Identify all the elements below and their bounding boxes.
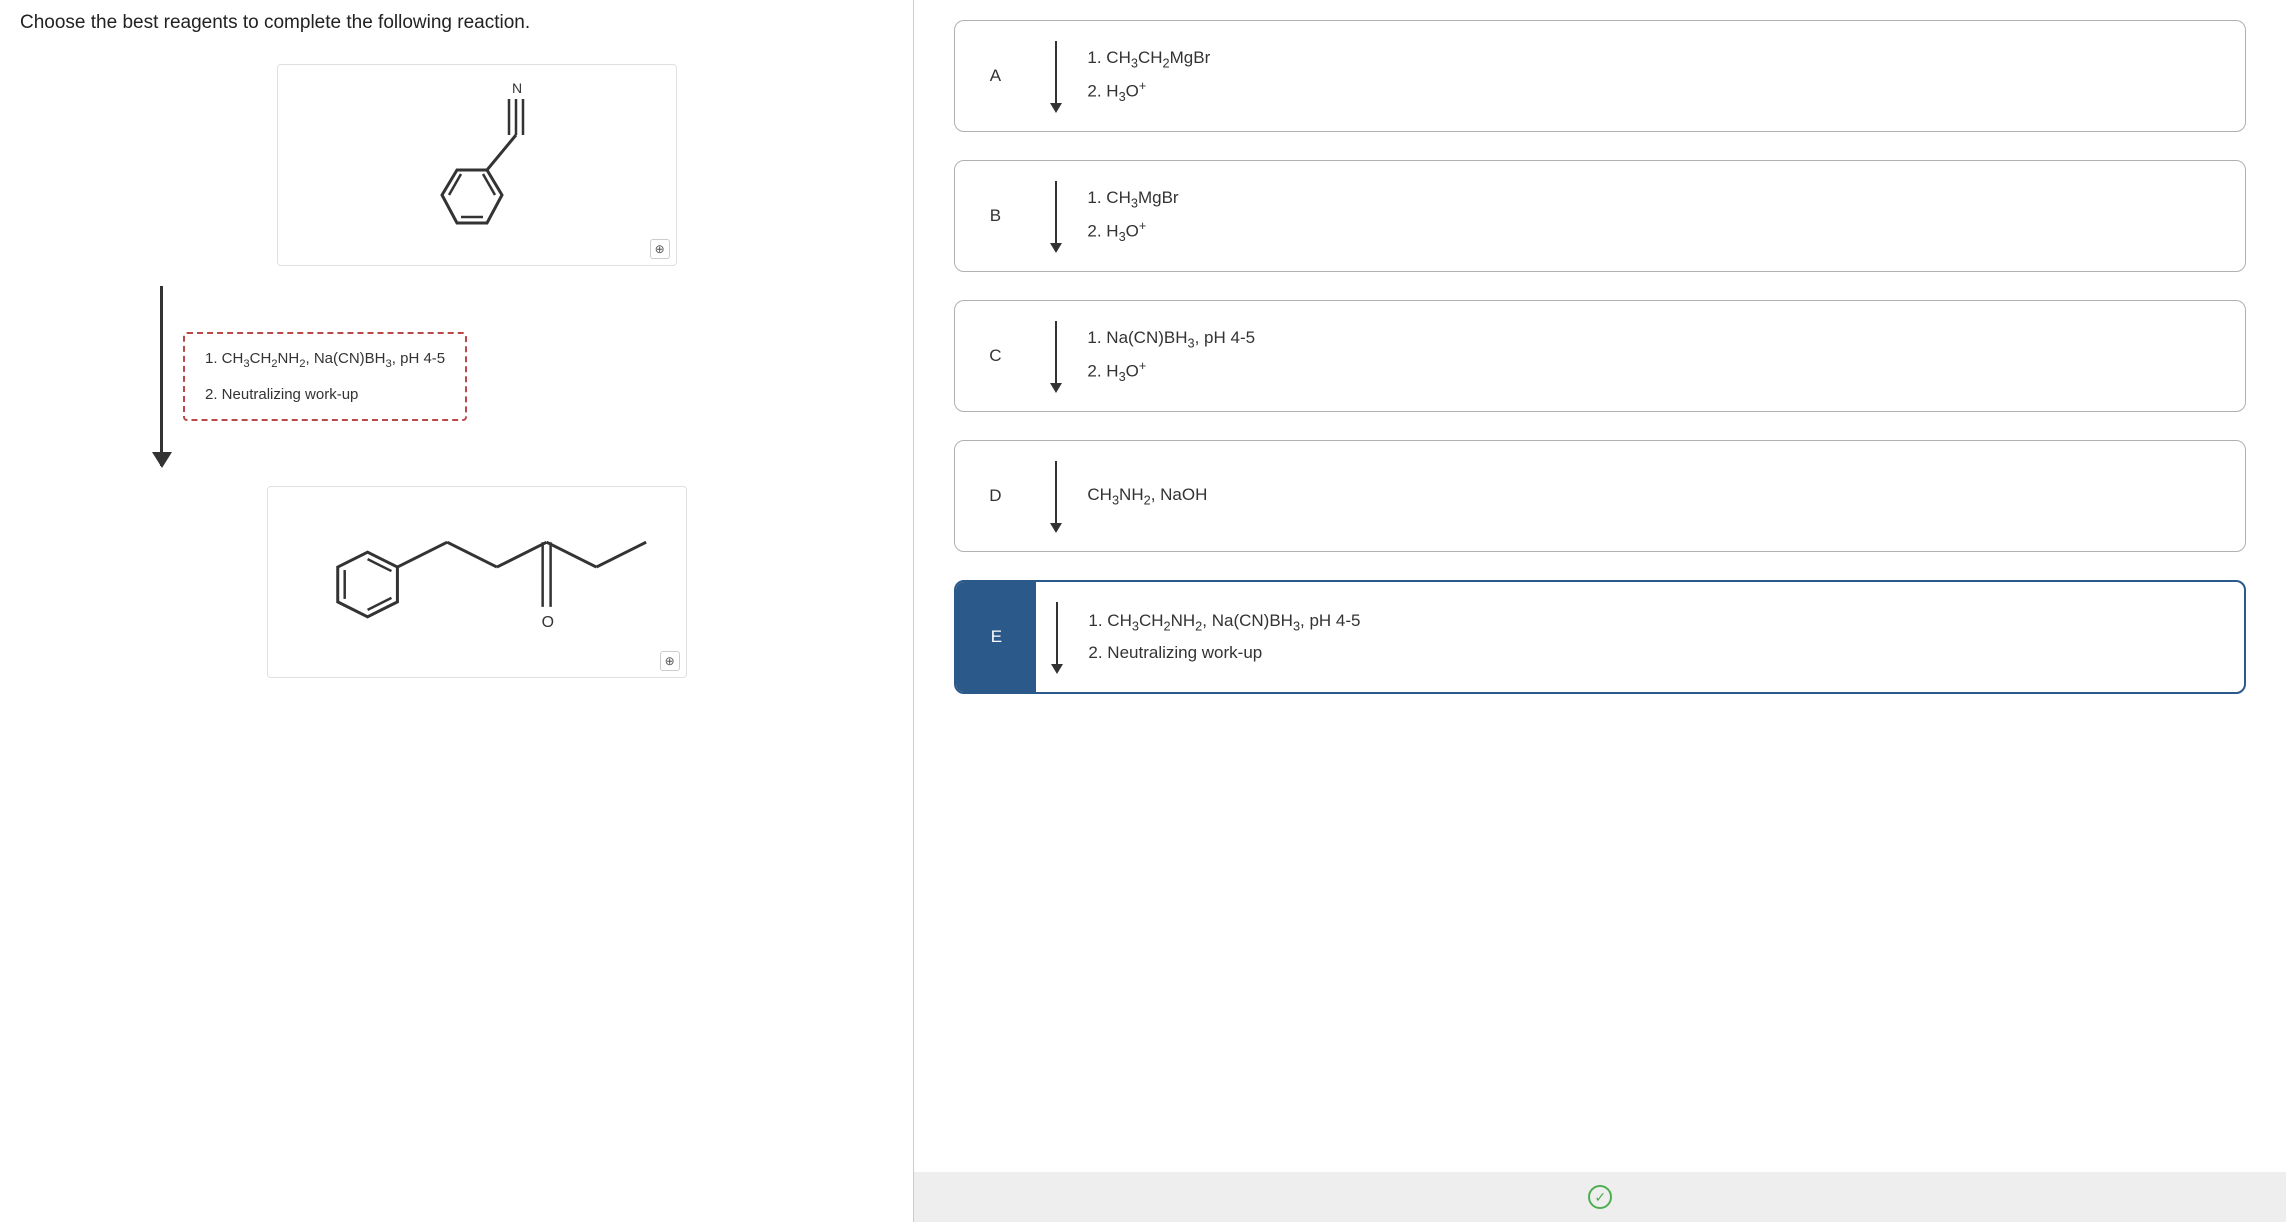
option-text: 1. CH3MgBr 2. H3O+ [1087, 183, 1178, 249]
product-box: O ⊕ [267, 486, 687, 678]
option-text: CH3NH2, NaOH [1087, 480, 1207, 512]
option-body: CH3NH2, NaOH [1035, 441, 2245, 551]
option-label: E [956, 582, 1036, 692]
reagent-line2: 2. Neutralizing work-up [205, 386, 445, 403]
option-label: C [955, 301, 1035, 411]
down-arrow-icon [1056, 602, 1058, 672]
options-panel: A 1. CH3CH2MgBr 2. H3O+ B 1. CH3MgBr 2. … [914, 0, 2286, 1222]
option-body: 1. Na(CN)BH3, pH 4-5 2. H3O+ [1035, 301, 2245, 411]
option-d[interactable]: D CH3NH2, NaOH [954, 440, 2246, 552]
footer-bar: ✓ [914, 1172, 2286, 1222]
option-e[interactable]: E 1. CH3CH2NH2, Na(CN)BH3, pH 4-5 2. Neu… [954, 580, 2246, 694]
option-text: 1. Na(CN)BH3, pH 4-5 2. H3O+ [1087, 323, 1255, 389]
option-b[interactable]: B 1. CH3MgBr 2. H3O+ [954, 160, 2246, 272]
down-arrow-icon [1055, 181, 1057, 251]
question-text: Choose the best reagents to complete the… [20, 12, 893, 34]
option-text: 1. CH3CH2NH2, Na(CN)BH3, pH 4-5 2. Neutr… [1088, 606, 1360, 669]
option-c[interactable]: C 1. Na(CN)BH3, pH 4-5 2. H3O+ [954, 300, 2246, 412]
oxygen-label: O [541, 614, 553, 631]
nitrile-structure: N [377, 75, 577, 255]
option-label: A [955, 21, 1035, 131]
option-body: 1. CH3CH2NH2, Na(CN)BH3, pH 4-5 2. Neutr… [1036, 582, 2244, 692]
reagent-line1: 1. CH3CH2NH2, Na(CN)BH3, pH 4-5 [205, 350, 445, 370]
option-a[interactable]: A 1. CH3CH2MgBr 2. H3O+ [954, 20, 2246, 132]
down-arrow-icon [1055, 41, 1057, 111]
down-arrow-icon [1055, 321, 1057, 391]
nitrogen-label: N [512, 80, 522, 96]
reaction-arrow-icon [160, 286, 163, 466]
option-body: 1. CH3MgBr 2. H3O+ [1035, 161, 2245, 271]
option-text: 1. CH3CH2MgBr 2. H3O+ [1087, 43, 1210, 109]
ketone-structure: O [288, 497, 666, 667]
option-label: B [955, 161, 1035, 271]
checkmark-icon[interactable]: ✓ [1588, 1185, 1612, 1209]
question-panel: Choose the best reagents to complete the… [0, 0, 914, 1222]
starting-material-box: N ⊕ [277, 64, 677, 266]
option-label: D [955, 441, 1035, 551]
selected-reagent-box: 1. CH3CH2NH2, Na(CN)BH3, pH 4-5 2. Neutr… [183, 332, 467, 421]
zoom-icon[interactable]: ⊕ [650, 239, 670, 259]
down-arrow-icon [1055, 461, 1057, 531]
reaction-scheme: N ⊕ 1. CH3CH2NH2, Na(CN)BH3, pH 4-5 2. N… [60, 64, 893, 678]
option-body: 1. CH3CH2MgBr 2. H3O+ [1035, 21, 2245, 131]
zoom-icon[interactable]: ⊕ [660, 651, 680, 671]
reaction-arrow-section: 1. CH3CH2NH2, Na(CN)BH3, pH 4-5 2. Neutr… [160, 286, 467, 466]
